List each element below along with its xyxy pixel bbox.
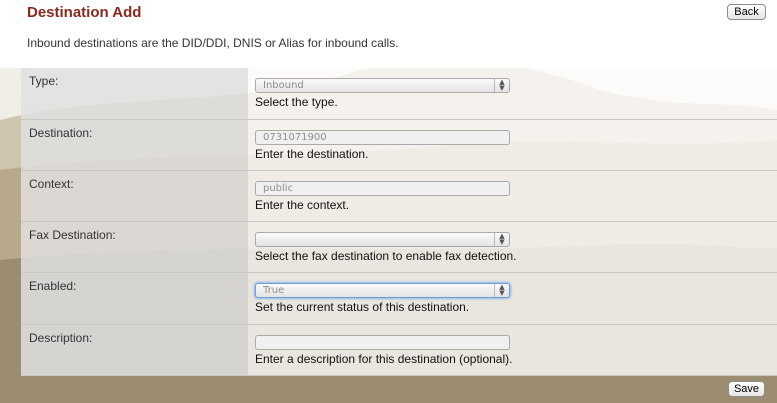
type-select-value: Inbound xyxy=(263,80,304,91)
destination-add-page: Destination Add Back Inbound destination… xyxy=(0,0,777,403)
description-cell: Enter a description for this destination… xyxy=(248,325,777,375)
page-title: Destination Add xyxy=(27,4,142,21)
context-label: Context: xyxy=(21,171,248,221)
fax-destination-label: Fax Destination: xyxy=(21,222,248,272)
up-down-arrows-icon: ▲ ▼ xyxy=(494,79,509,92)
fax-destination-hint: Select the fax destination to enable fax… xyxy=(255,249,517,263)
form-row-destination: Destination: 0731071900 Enter the destin… xyxy=(21,120,777,171)
description-label: Description: xyxy=(21,325,248,375)
page-description: Inbound destinations are the DID/DDI, DN… xyxy=(27,36,399,50)
enabled-select-value: True xyxy=(263,285,285,296)
description-hint: Enter a description for this destination… xyxy=(255,352,513,366)
form-row-description: Description: Enter a description for thi… xyxy=(21,325,777,376)
destination-form: Type: Inbound ▲ ▼ Select the type. Destin… xyxy=(21,68,777,376)
fax-destination-cell: ▲ ▼ Select the fax destination to enable … xyxy=(248,222,777,272)
destination-input-value: 0731071900 xyxy=(263,132,327,143)
fax-destination-select[interactable]: ▲ ▼ xyxy=(255,232,510,247)
context-cell: public Enter the context. xyxy=(248,171,777,221)
type-cell: Inbound ▲ ▼ Select the type. xyxy=(248,68,777,119)
destination-input[interactable]: 0731071900 xyxy=(255,130,510,145)
type-label: Type: xyxy=(21,68,248,119)
enabled-select[interactable]: True ▲ ▼ xyxy=(255,283,510,298)
form-row-type: Type: Inbound ▲ ▼ Select the type. xyxy=(21,68,777,120)
form-row-context: Context: public Enter the context. xyxy=(21,171,777,222)
form-row-enabled: Enabled: True ▲ ▼ Set the current status … xyxy=(21,273,777,325)
enabled-cell: True ▲ ▼ Set the current status of this d… xyxy=(248,273,777,324)
up-down-arrows-icon: ▲ ▼ xyxy=(494,284,509,297)
destination-cell: 0731071900 Enter the destination. xyxy=(248,120,777,170)
back-button[interactable]: Back xyxy=(727,4,766,20)
destination-label: Destination: xyxy=(21,120,248,170)
context-input[interactable]: public xyxy=(255,181,510,196)
type-hint: Select the type. xyxy=(255,95,338,109)
context-hint: Enter the context. xyxy=(255,198,350,212)
enabled-hint: Set the current status of this destinati… xyxy=(255,300,470,314)
description-input[interactable] xyxy=(255,335,510,350)
form-row-fax-destination: Fax Destination: ▲ ▼ Select the fax desti… xyxy=(21,222,777,273)
destination-hint: Enter the destination. xyxy=(255,147,369,161)
context-input-value: public xyxy=(263,183,294,194)
save-button[interactable]: Save xyxy=(728,381,765,397)
type-select[interactable]: Inbound ▲ ▼ xyxy=(255,78,510,93)
up-down-arrows-icon: ▲ ▼ xyxy=(494,233,509,246)
enabled-label: Enabled: xyxy=(21,273,248,324)
